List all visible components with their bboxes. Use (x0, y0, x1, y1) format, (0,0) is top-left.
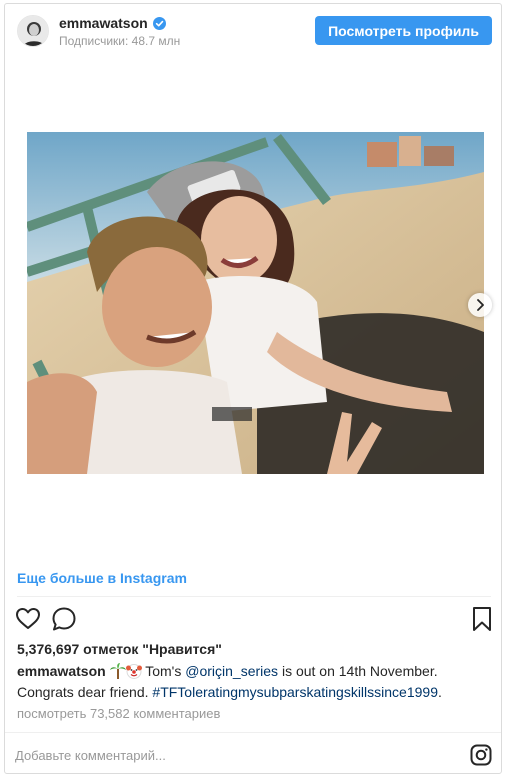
palm-tree-icon (109, 663, 126, 683)
bookmark-icon[interactable] (470, 606, 494, 632)
avatar[interactable] (17, 15, 49, 47)
followers-count: Подписчики: 48.7 млн (59, 34, 181, 48)
comment-input[interactable] (15, 742, 445, 768)
chevron-right-icon (477, 299, 484, 311)
username[interactable]: emmawatson (59, 15, 148, 31)
hashtag-link[interactable]: #TFToleratingmysubparskatingskillssince1… (152, 684, 438, 700)
clown-face-icon (125, 663, 142, 683)
divider (5, 732, 501, 733)
view-comments-link[interactable]: посмотреть 73,582 комментариев (17, 706, 220, 721)
view-profile-button[interactable]: Посмотреть профиль (315, 16, 492, 45)
post-photo[interactable] (27, 132, 484, 474)
instagram-embed: emmawatson Подписчики: 48.7 млн Посмотре… (4, 3, 502, 774)
comment-bubble-icon[interactable] (51, 606, 77, 632)
next-photo-button[interactable] (468, 293, 492, 317)
caption-text: Tom's (141, 663, 186, 679)
more-on-instagram-link[interactable]: Еще больше в Instagram (17, 570, 187, 586)
divider (17, 596, 491, 597)
likes-count[interactable]: 5,376,697 отметок "Нравится" (17, 641, 222, 657)
verified-badge-icon (152, 16, 166, 30)
caption: emmawatson Tom's @oriçin_series is out o… (17, 662, 495, 701)
instagram-logo-icon[interactable] (470, 744, 492, 766)
username-row: emmawatson (59, 15, 166, 31)
caption-username[interactable]: emmawatson (17, 663, 106, 679)
caption-text: . (437, 684, 442, 700)
mention-link[interactable]: @oriçin_series (185, 663, 278, 679)
post-header: emmawatson Подписчики: 48.7 млн Посмотре… (5, 4, 501, 60)
heart-icon[interactable] (15, 606, 41, 632)
